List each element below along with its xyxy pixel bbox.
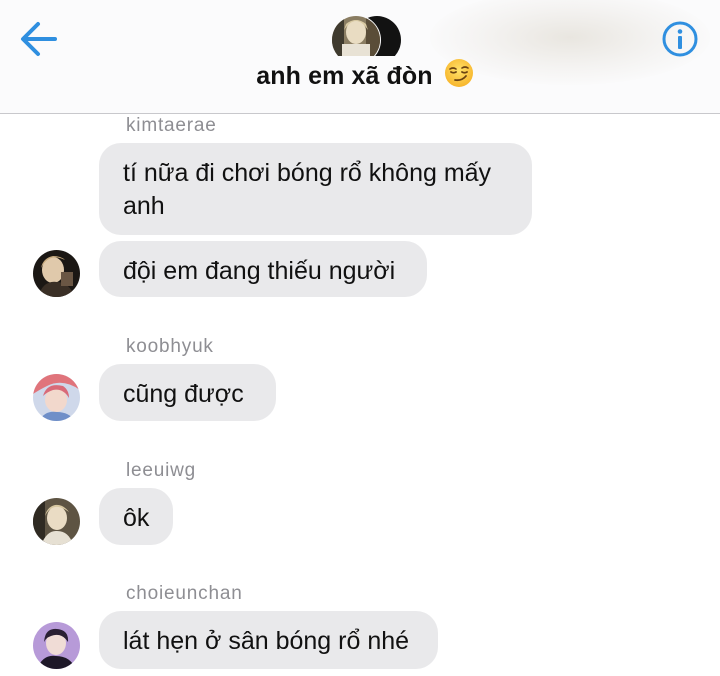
chat-header: anh em xã đòn xyxy=(0,0,720,114)
message-bubble[interactable]: cũng được xyxy=(99,364,276,421)
sender-name: kimtaerae xyxy=(126,115,217,136)
conversation-title-text: anh em xã đòn xyxy=(256,62,433,90)
group-avatar[interactable] xyxy=(330,16,404,56)
smirking-face-emoji xyxy=(444,59,473,87)
info-icon xyxy=(662,21,698,57)
back-button[interactable] xyxy=(18,18,60,60)
avatar[interactable] xyxy=(33,622,80,669)
chat-screen: anh em xã đòn kimtaerae tí nữa đi chơi b… xyxy=(0,0,720,676)
message-bubble[interactable]: lát hẹn ở sân bóng rổ nhé xyxy=(99,611,438,669)
message-bubble[interactable]: ôk xyxy=(99,488,173,545)
avatar[interactable] xyxy=(33,498,80,545)
avatar[interactable] xyxy=(33,250,80,297)
back-arrow-icon xyxy=(21,22,57,56)
info-button[interactable] xyxy=(661,20,699,58)
conversation-title[interactable]: anh em xã đòn xyxy=(0,58,720,91)
message-bubble[interactable]: tí nữa đi chơi bóng rổ không mấy anh xyxy=(99,143,532,235)
message-bubble[interactable]: đội em đang thiếu người xyxy=(99,241,427,297)
sender-name: choieunchan xyxy=(126,583,243,604)
sender-name: leeuiwg xyxy=(126,460,197,481)
avatar[interactable] xyxy=(33,374,80,421)
sender-name: koobhyuk xyxy=(126,336,214,357)
